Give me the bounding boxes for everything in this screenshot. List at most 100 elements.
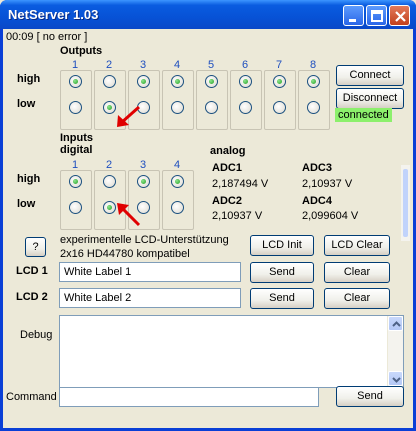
lcd2-clear-button[interactable]: Clear bbox=[324, 288, 390, 309]
debug-scrollbar[interactable] bbox=[387, 316, 403, 387]
outputs-low-radio-7[interactable] bbox=[273, 101, 286, 114]
outputs-low-radio-5[interactable] bbox=[205, 101, 218, 114]
adc1-label: ADC1 bbox=[212, 162, 242, 174]
inputs-column-number: 3 bbox=[140, 159, 147, 171]
inputs-high-radio-1[interactable] bbox=[69, 175, 82, 188]
radio-checked-dot bbox=[73, 79, 78, 84]
inputs-low-radio-1[interactable] bbox=[69, 201, 82, 214]
radio-checked-dot bbox=[311, 79, 316, 84]
lcd2-label: LCD 2 bbox=[16, 291, 48, 303]
lcd2-input[interactable] bbox=[59, 288, 241, 308]
outputs-high-radio-8[interactable] bbox=[307, 75, 320, 88]
lcd1-input[interactable] bbox=[59, 262, 241, 282]
lcd1-send-button[interactable]: Send bbox=[250, 262, 314, 283]
inputs-column-number: 1 bbox=[72, 159, 79, 171]
outputs-high-radio-7[interactable] bbox=[273, 75, 286, 88]
outputs-high-radio-6[interactable] bbox=[239, 75, 252, 88]
adc2-value: 2,10937 V bbox=[212, 210, 263, 222]
radio-checked-dot bbox=[277, 79, 282, 84]
inputs-high-label: high bbox=[17, 173, 41, 185]
disconnect-button[interactable]: Disconnect bbox=[336, 88, 404, 109]
client-area: 00:09 [ no error ] Outputs high low 1 2 3 4… bbox=[3, 29, 413, 428]
outputs-column-number: 6 bbox=[242, 59, 249, 71]
command-send-button[interactable]: Send bbox=[336, 386, 404, 407]
adc4-label: ADC4 bbox=[302, 195, 332, 207]
inputs-high-radio-2[interactable] bbox=[103, 175, 116, 188]
command-label: Command bbox=[6, 391, 57, 403]
minimize-icon bbox=[349, 19, 356, 22]
lcd-init-button[interactable]: LCD Init bbox=[250, 235, 314, 256]
outputs-high-label: high bbox=[17, 73, 41, 85]
minimize-button[interactable] bbox=[343, 5, 364, 26]
adc3-label: ADC3 bbox=[302, 162, 332, 174]
lcd-clear-button[interactable]: LCD Clear bbox=[324, 235, 390, 256]
title-bar[interactable]: NetServer 1.03 bbox=[0, 0, 416, 29]
inputs-digital-heading: digital bbox=[60, 144, 93, 156]
close-icon bbox=[395, 11, 406, 22]
radio-checked-dot bbox=[243, 79, 248, 84]
outputs-column-number: 1 bbox=[72, 59, 79, 71]
close-button[interactable] bbox=[389, 5, 410, 26]
scroll-up-button[interactable] bbox=[388, 316, 403, 331]
radio-checked-dot bbox=[175, 179, 180, 184]
outputs-column-number: 4 bbox=[174, 59, 181, 71]
inputs-column-number: 4 bbox=[174, 159, 181, 171]
maximize-button[interactable] bbox=[366, 5, 387, 26]
inputs-low-label: low bbox=[17, 198, 36, 210]
radio-checked-dot bbox=[141, 179, 146, 184]
upper-scrollbar[interactable] bbox=[400, 165, 410, 241]
lcd-info-line1: experimentelle LCD-Unterstützung bbox=[60, 234, 229, 246]
status-line: 00:09 [ no error ] bbox=[6, 31, 88, 43]
inputs-low-radio-4[interactable] bbox=[171, 201, 184, 214]
outputs-high-radio-4[interactable] bbox=[171, 75, 184, 88]
radio-checked-dot bbox=[73, 179, 78, 184]
inputs-heading: Inputs bbox=[60, 132, 93, 144]
outputs-low-radio-6[interactable] bbox=[239, 101, 252, 114]
radio-checked-dot bbox=[209, 79, 214, 84]
scroll-down-button[interactable] bbox=[388, 371, 403, 386]
red-arrow-icon bbox=[117, 105, 140, 127]
outputs-low-label: low bbox=[17, 98, 36, 110]
radio-checked-dot bbox=[175, 79, 180, 84]
outputs-low-radio-8[interactable] bbox=[307, 101, 320, 114]
help-button[interactable]: ? bbox=[25, 237, 46, 257]
lcd2-send-button[interactable]: Send bbox=[250, 288, 314, 309]
outputs-low-radio-1[interactable] bbox=[69, 101, 82, 114]
maximize-icon bbox=[371, 10, 383, 22]
radio-checked-dot bbox=[107, 105, 112, 110]
adc1-value: 2,187494 V bbox=[212, 178, 269, 190]
app-window: NetServer 1.03 00:09 [ no error ] Output… bbox=[0, 0, 416, 431]
adc3-value: 2,10937 V bbox=[302, 178, 353, 190]
outputs-high-radio-2[interactable] bbox=[103, 75, 116, 88]
outputs-column-number: 7 bbox=[276, 59, 283, 71]
inputs-column-number: 2 bbox=[106, 159, 113, 171]
connection-status: connected bbox=[335, 108, 392, 122]
outputs-column-number: 2 bbox=[106, 59, 113, 71]
analog-heading: analog bbox=[210, 145, 246, 157]
adc4-value: 2,099604 V bbox=[302, 210, 359, 222]
chevron-up-icon bbox=[392, 321, 401, 327]
outputs-heading: Outputs bbox=[60, 45, 103, 57]
radio-checked-dot bbox=[141, 79, 146, 84]
inputs-high-radio-3[interactable] bbox=[137, 175, 150, 188]
debug-textarea[interactable] bbox=[59, 315, 404, 388]
lcd-info-line2: 2x16 HD44780 kompatibel bbox=[60, 248, 190, 260]
outputs-high-radio-5[interactable] bbox=[205, 75, 218, 88]
radio-checked-dot bbox=[107, 205, 112, 210]
lcd1-clear-button[interactable]: Clear bbox=[324, 262, 390, 283]
debug-label: Debug bbox=[20, 329, 53, 341]
red-arrow-icon bbox=[117, 203, 141, 227]
connect-button[interactable]: Connect bbox=[336, 65, 404, 86]
lcd1-label: LCD 1 bbox=[16, 265, 48, 277]
outputs-column-number: 8 bbox=[310, 59, 317, 71]
outputs-high-radio-1[interactable] bbox=[69, 75, 82, 88]
inputs-high-radio-4[interactable] bbox=[171, 175, 184, 188]
chevron-down-icon bbox=[392, 377, 401, 383]
command-input[interactable] bbox=[59, 387, 319, 407]
outputs-column-number: 3 bbox=[140, 59, 147, 71]
adc2-label: ADC2 bbox=[212, 195, 242, 207]
scrollbar-thumb[interactable] bbox=[403, 169, 408, 237]
outputs-high-radio-3[interactable] bbox=[137, 75, 150, 88]
window-title: NetServer 1.03 bbox=[8, 7, 99, 22]
outputs-low-radio-4[interactable] bbox=[171, 101, 184, 114]
